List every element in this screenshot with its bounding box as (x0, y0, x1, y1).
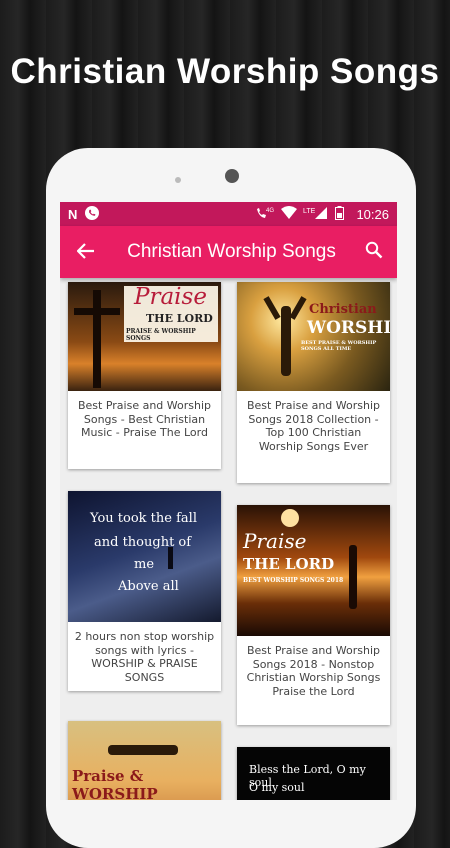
video-thumbnail: You took the fall and thought of me Abov… (68, 491, 221, 622)
video-card[interactable]: Christian WORSHIP BEST PRAISE & WORSHIP … (237, 282, 390, 483)
thumb-subtitle: WORSHIP (72, 785, 158, 800)
thumb-title: Praise & (72, 767, 144, 785)
status-bar: N 4G LTE 10:26 (60, 202, 397, 226)
video-caption: Best Praise and Worship Songs 2018 Colle… (246, 399, 381, 453)
promo-title: Christian Worship Songs (10, 52, 440, 91)
video-caption: 2 hours non stop worship songs with lyri… (74, 630, 215, 684)
cross-image-bar (74, 308, 120, 315)
thumb-lyric-line: and thought of (94, 535, 192, 550)
video-card[interactable]: You took the fall and thought of me Abov… (68, 491, 221, 691)
video-thumbnail: Praise THE LORD PRAISE & WORSHIP SONGS (68, 282, 221, 391)
video-caption: Best Praise and Worship Songs 2018 - Non… (246, 644, 381, 698)
app-screen: N 4G LTE 10:26 Christian Worship Songs P… (60, 202, 397, 800)
lte-signal-icon: LTE (303, 206, 329, 223)
arrow-left-icon (76, 240, 95, 265)
video-card[interactable]: Bless the Lord, O my soul O my soul (237, 747, 390, 800)
worshipper-silhouette (108, 745, 178, 755)
wifi-icon (281, 205, 298, 223)
video-card[interactable]: Praise THE LORD PRAISE & WORSHIP SONGS B… (68, 282, 221, 469)
video-thumbnail: Praise THE LORD BEST WORSHIP SONGS 2018 (237, 505, 390, 636)
back-button[interactable] (60, 240, 112, 265)
thumb-tagline: BEST PRAISE & WORSHIP SONGS ALL TIME (301, 340, 377, 352)
svg-text:LTE: LTE (303, 208, 316, 215)
thumb-title: Praise (243, 529, 307, 553)
thumb-title: Praise (134, 284, 207, 310)
status-time: 10:26 (356, 206, 389, 222)
worshipper-silhouette (168, 547, 173, 569)
app-bar: Christian Worship Songs (60, 226, 397, 278)
thumb-lyric-line: You took the fall (90, 511, 197, 526)
call-signal-icon: 4G (255, 206, 275, 223)
thumb-subtitle: THE LORD (243, 555, 335, 573)
sun-glow (281, 509, 299, 527)
thumb-lyric-line: Above all (118, 579, 179, 594)
video-thumbnail: Christian WORSHIP BEST PRAISE & WORSHIP … (237, 282, 390, 391)
video-card[interactable]: Praise & WORSHIP (68, 721, 221, 800)
worshipper-silhouette (349, 545, 357, 609)
thumb-lyric-line: O my soul (249, 781, 305, 794)
svg-text:4G: 4G (266, 208, 274, 214)
camera-dot (225, 169, 239, 183)
thumb-title: Christian (309, 302, 377, 317)
battery-icon (335, 205, 345, 223)
video-card[interactable]: Praise THE LORD BEST WORSHIP SONGS 2018 … (237, 505, 390, 725)
cross-image (93, 290, 101, 388)
thumb-tagline: BEST WORSHIP SONGS 2018 (243, 577, 344, 584)
video-caption: Best Praise and Worship Songs - Best Chr… (77, 399, 212, 439)
app-bar-title: Christian Worship Songs (127, 241, 336, 262)
thumb-lyric-line: me (134, 557, 155, 572)
phone-call-icon (85, 205, 100, 223)
speaker-dot (175, 177, 181, 183)
thumb-tagline: PRAISE & WORSHIP SONGS (126, 328, 196, 342)
video-thumbnail: Praise & WORSHIP (68, 721, 221, 800)
video-thumbnail: Bless the Lord, O my soul O my soul (237, 747, 390, 800)
thumb-subtitle: THE LORD (146, 312, 213, 325)
thumb-subtitle: WORSHIP (307, 318, 390, 338)
search-icon (365, 241, 383, 263)
search-button[interactable] (351, 241, 397, 263)
notification-n-icon: N (68, 206, 78, 222)
